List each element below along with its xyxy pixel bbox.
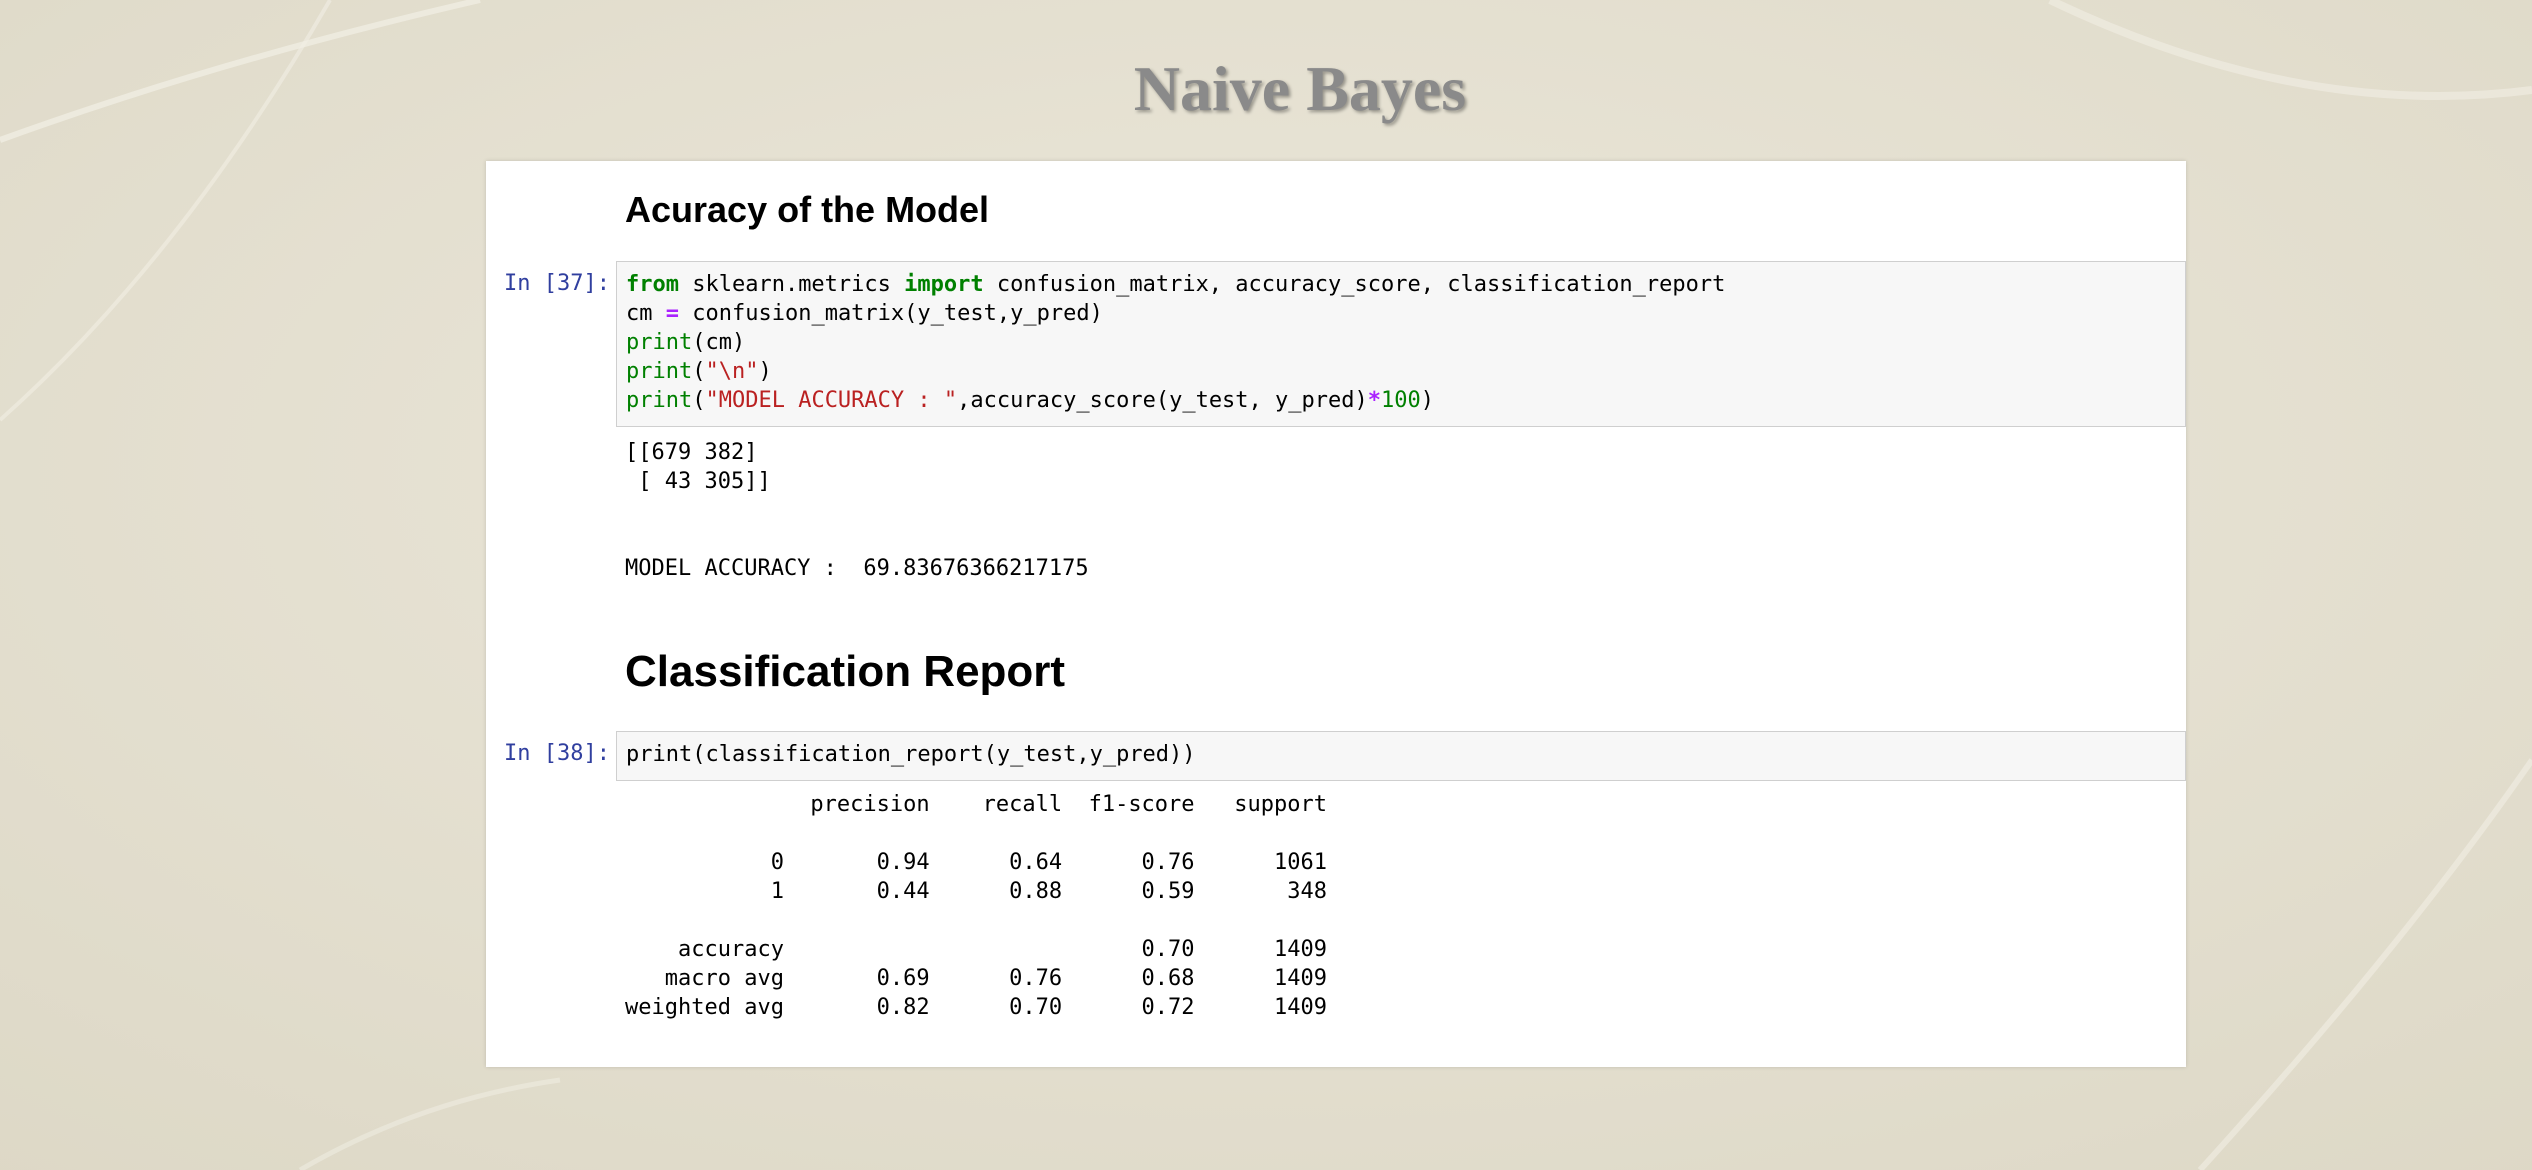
code-print: print — [626, 388, 693, 413]
code-input-37[interactable]: from sklearn.metrics import confusion_ma… — [626, 270, 1725, 415]
code-cell-37[interactable]: from sklearn.metrics import confusion_ma… — [616, 261, 2186, 427]
cell-prompt-38: In [38]: — [504, 741, 610, 766]
code-lhs: cm — [626, 301, 666, 326]
code-print: print — [626, 330, 693, 355]
code-args: (cm) — [692, 330, 746, 355]
code-paren: ) — [1420, 388, 1435, 413]
heading-accuracy: Acuracy of the Model — [625, 189, 990, 230]
code-number: 100 — [1381, 388, 1421, 413]
code-paren: ( — [692, 388, 706, 413]
keyword-from: from — [626, 272, 679, 297]
code-print: print — [626, 359, 693, 384]
code-string: "MODEL ACCURACY : " — [705, 388, 958, 413]
code-paren: ) — [758, 359, 772, 384]
slide-title: Naive Bayes — [1133, 53, 1467, 124]
code-module: sklearn.metrics — [678, 272, 905, 297]
code-args: ,accuracy_score(y_test, y_pred) — [957, 388, 1368, 413]
code-input-38[interactable]: print(classification_report(y_test,y_pre… — [626, 740, 1196, 769]
heading-report: Classification Report — [625, 647, 1066, 696]
cell-output-37: [[679 382] [ 43 305]] MODEL ACCURACY : 6… — [625, 440, 1089, 581]
code-operator: = — [665, 301, 679, 326]
code-string: "\n" — [705, 359, 759, 384]
keyword-import: import — [904, 272, 984, 297]
cell-prompt-37: In [37]: — [504, 271, 610, 296]
code-cell-38[interactable]: print(classification_report(y_test,y_pre… — [616, 731, 2186, 781]
cell-output-38: precision recall f1-score support 0 0.94… — [625, 792, 1327, 1020]
code-paren: ( — [692, 359, 706, 384]
code-rhs: confusion_matrix(y_test,y_pred) — [679, 301, 1103, 326]
notebook-panel: Acuracy of the Model In [37]: from sklea… — [486, 161, 2186, 1067]
code-imports: confusion_matrix, accuracy_score, classi… — [983, 272, 1726, 297]
code-operator: * — [1367, 388, 1382, 413]
